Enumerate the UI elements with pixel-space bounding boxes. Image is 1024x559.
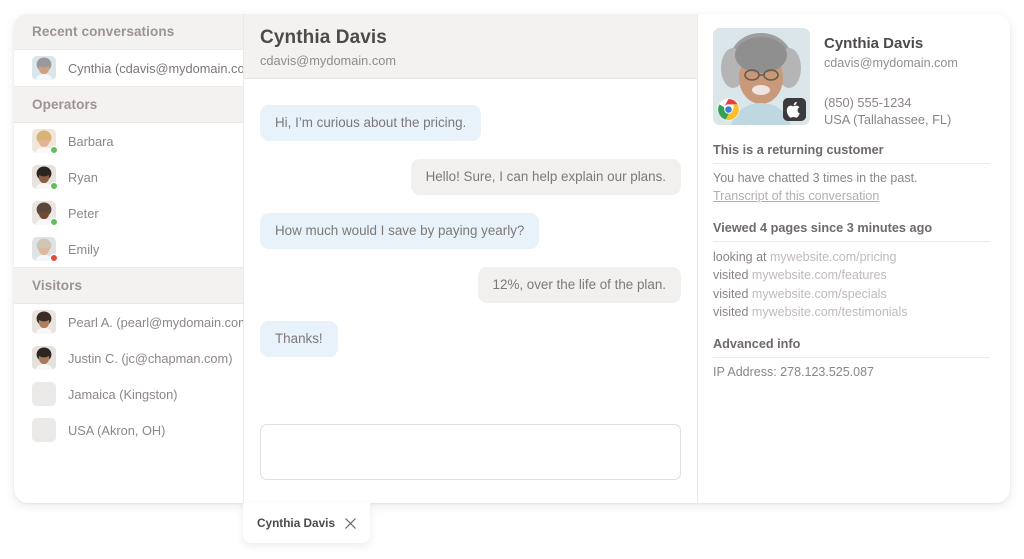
avatar bbox=[32, 310, 56, 334]
list-item-label: Peter bbox=[68, 206, 99, 221]
avatar-image bbox=[32, 418, 56, 442]
message-row: Thanks! bbox=[260, 321, 681, 357]
viewed-page-item: visited mywebsite.com/specials bbox=[713, 285, 990, 303]
viewed-page-action: visited bbox=[713, 287, 748, 301]
chrome-icon bbox=[717, 98, 740, 121]
contact-location: USA (Tallahassee, FL) bbox=[824, 112, 958, 127]
avatar-image bbox=[32, 346, 56, 370]
operator-message-bubble: 12%, over the life of the plan. bbox=[478, 267, 681, 303]
list-item-label: Ryan bbox=[68, 170, 98, 185]
message-row: Hi, I’m curious about the pricing. bbox=[260, 105, 681, 141]
visitor-message-bubble: How much would I save by paying yearly? bbox=[260, 213, 539, 249]
sidebar: Recent conversations Cynthia (cdavis@mydo… bbox=[14, 14, 244, 503]
viewed-page-url: mywebsite.com/specials bbox=[752, 287, 887, 301]
contact-meta: Cynthia Davis cdavis@mydomain.com (850) … bbox=[824, 28, 958, 127]
chat-dashboard-window: Recent conversations Cynthia (cdavis@mydo… bbox=[14, 14, 1010, 503]
contact-name: Cynthia Davis bbox=[824, 34, 958, 54]
chat-contact-email: cdavis@mydomain.com bbox=[260, 53, 697, 68]
returning-customer-body: You have chatted 3 times in the past. bbox=[713, 170, 990, 188]
chat-header: Cynthia Davis cdavis@mydomain.com bbox=[244, 14, 697, 79]
viewed-pages-list: looking at mywebsite.com/pricingvisited … bbox=[713, 248, 990, 321]
contact-card: Cynthia Davis cdavis@mydomain.com (850) … bbox=[713, 28, 990, 127]
sidebar-section-header: Recent conversations bbox=[14, 14, 243, 50]
advanced-info-title: Advanced info bbox=[713, 337, 990, 358]
list-item[interactable]: Justin C. (jc@chapman.com) bbox=[14, 340, 243, 376]
returning-customer-title: This is a returning customer bbox=[713, 143, 990, 164]
avatar bbox=[32, 382, 56, 406]
sidebar-section-header: Operators bbox=[14, 86, 243, 123]
contact-photo-wrap bbox=[713, 28, 810, 125]
avatar bbox=[32, 418, 56, 442]
sidebar-section-list: Pearl A. (pearl@mydomain.com) Justin C. (… bbox=[14, 304, 243, 448]
avatar bbox=[32, 237, 56, 261]
avatar bbox=[32, 165, 56, 189]
apple-icon bbox=[783, 98, 806, 121]
avatar-image bbox=[32, 382, 56, 406]
avatar bbox=[32, 56, 56, 80]
avatar bbox=[32, 129, 56, 153]
status-badge bbox=[50, 218, 58, 226]
list-item-label: Barbara bbox=[68, 134, 114, 149]
message-list: Hi, I’m curious about the pricing. Hello!… bbox=[244, 79, 697, 424]
sidebar-section-list: Barbara Ryan Peter Emily bbox=[14, 123, 243, 267]
status-badge bbox=[50, 254, 58, 262]
list-item-label: Justin C. (jc@chapman.com) bbox=[68, 351, 232, 366]
viewed-page-action: looking at bbox=[713, 250, 767, 264]
list-item-label: Cynthia (cdavis@mydomain.com) bbox=[68, 61, 244, 76]
composer-area bbox=[244, 424, 697, 503]
visitor-message-bubble: Hi, I’m curious about the pricing. bbox=[260, 105, 481, 141]
viewed-pages-section: Viewed 4 pages since 3 minutes ago looki… bbox=[713, 221, 990, 321]
list-item[interactable]: Emily bbox=[14, 231, 243, 267]
sidebar-section-header: Visitors bbox=[14, 267, 243, 304]
viewed-page-url: mywebsite.com/features bbox=[752, 268, 887, 282]
avatar-image bbox=[32, 56, 56, 80]
advanced-info-section: Advanced info IP Address: 278.123.525.08… bbox=[713, 337, 990, 382]
viewed-page-item: looking at mywebsite.com/pricing bbox=[713, 248, 990, 266]
list-item-label: Jamaica (Kingston) bbox=[68, 387, 178, 402]
visitor-message-bubble: Thanks! bbox=[260, 321, 338, 357]
viewed-page-item: visited mywebsite.com/features bbox=[713, 266, 990, 284]
list-item-label: Emily bbox=[68, 242, 99, 257]
viewed-page-item: visited mywebsite.com/testimonials bbox=[713, 303, 990, 321]
sidebar-section-list: Cynthia (cdavis@mydomain.com) bbox=[14, 50, 243, 86]
viewed-page-action: visited bbox=[713, 305, 748, 319]
list-item[interactable]: Cynthia (cdavis@mydomain.com) bbox=[14, 50, 243, 86]
conversation-tab-label: Cynthia Davis bbox=[257, 516, 335, 530]
contact-phone: (850) 555-1234 bbox=[824, 95, 958, 110]
list-item[interactable]: USA (Akron, OH) bbox=[14, 412, 243, 448]
viewed-page-url: mywebsite.com/testimonials bbox=[752, 305, 908, 319]
chat-pane: Cynthia Davis cdavis@mydomain.com Hi, I’… bbox=[244, 14, 698, 503]
conversation-tab[interactable]: Cynthia Davis bbox=[243, 503, 370, 543]
list-item[interactable]: Pearl A. (pearl@mydomain.com) bbox=[14, 304, 243, 340]
avatar-image bbox=[32, 310, 56, 334]
status-badge bbox=[50, 146, 58, 154]
chat-contact-name: Cynthia Davis bbox=[260, 26, 697, 50]
list-item[interactable]: Jamaica (Kingston) bbox=[14, 376, 243, 412]
avatar bbox=[32, 201, 56, 225]
operator-message-bubble: Hello! Sure, I can help explain our plan… bbox=[411, 159, 681, 195]
message-row: Hello! Sure, I can help explain our plan… bbox=[260, 159, 681, 195]
message-input[interactable] bbox=[260, 424, 681, 480]
viewed-pages-title: Viewed 4 pages since 3 minutes ago bbox=[713, 221, 990, 242]
contact-email: cdavis@mydomain.com bbox=[824, 56, 958, 70]
message-row: 12%, over the life of the plan. bbox=[260, 267, 681, 303]
close-icon[interactable] bbox=[344, 517, 357, 530]
list-item[interactable]: Barbara bbox=[14, 123, 243, 159]
visitor-info-panel: Cynthia Davis cdavis@mydomain.com (850) … bbox=[698, 14, 1010, 503]
message-row: How much would I save by paying yearly? bbox=[260, 213, 681, 249]
returning-customer-section: This is a returning customer You have ch… bbox=[713, 143, 990, 206]
avatar bbox=[32, 346, 56, 370]
viewed-page-url: mywebsite.com/pricing bbox=[770, 250, 896, 264]
list-item[interactable]: Ryan bbox=[14, 159, 243, 195]
list-item[interactable]: Peter bbox=[14, 195, 243, 231]
status-badge bbox=[50, 182, 58, 190]
viewed-page-action: visited bbox=[713, 268, 748, 282]
list-item-label: USA (Akron, OH) bbox=[68, 423, 165, 438]
ip-address-label: IP Address: 278.123.525.087 bbox=[713, 364, 990, 382]
list-item-label: Pearl A. (pearl@mydomain.com) bbox=[68, 315, 244, 330]
transcript-link[interactable]: Transcript of this conversation bbox=[713, 189, 879, 203]
